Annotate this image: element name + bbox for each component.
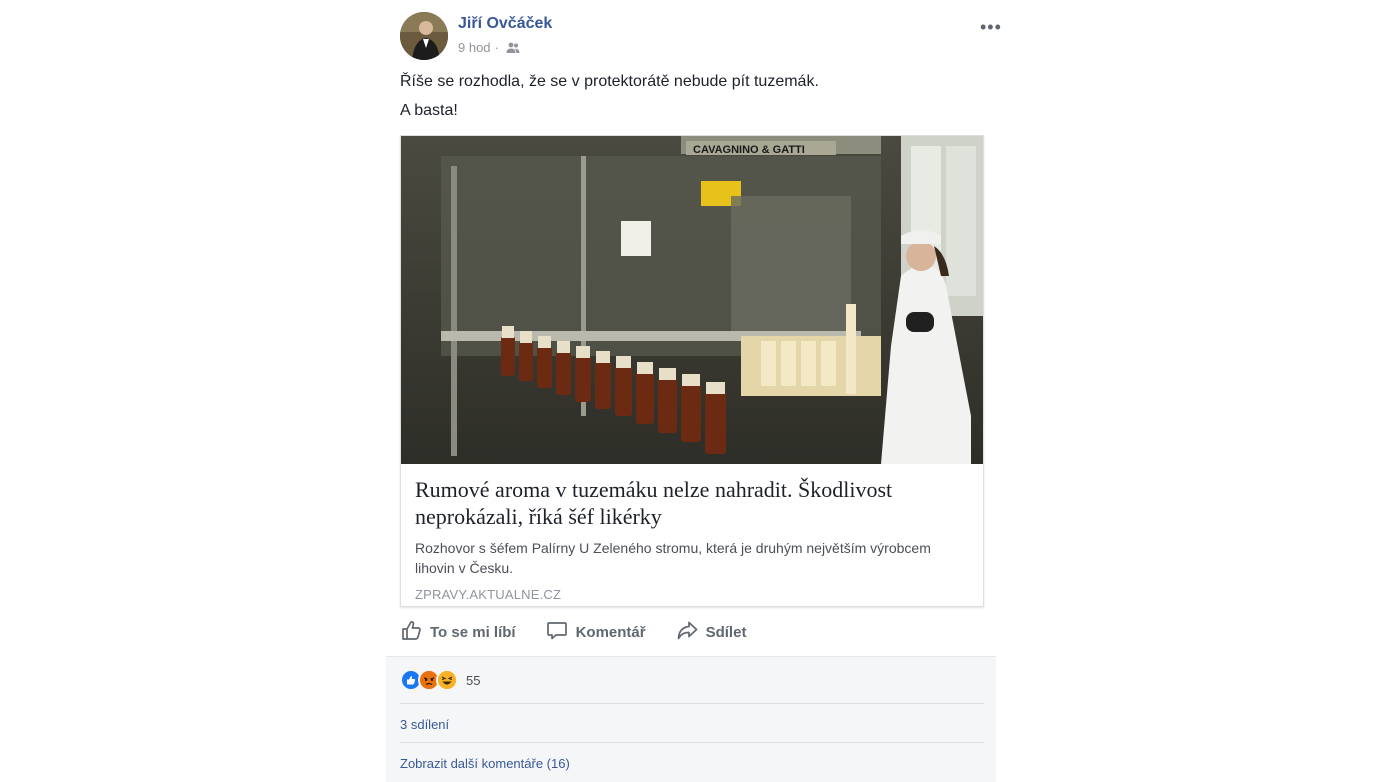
haha-icon	[436, 669, 458, 691]
link-preview-image[interactable]: CAVAGNINO & GATTI	[401, 136, 983, 464]
like-button[interactable]: To se mi líbí	[400, 618, 516, 646]
post-actions: To se mi líbí Komentář Sdílet	[400, 618, 980, 646]
author-name[interactable]: Jiří Ovčáček	[458, 15, 552, 33]
link-domain: ZPRAVY.AKTUALNE.CZ	[415, 587, 562, 602]
like-label: To se mi líbí	[430, 623, 516, 641]
link-description: Rozhovor s šéfem Palírny U Zeleného stro…	[415, 540, 931, 576]
share-arrow-icon	[676, 619, 698, 645]
more-comments-link[interactable]: Zobrazit další komentáře (16)	[400, 756, 570, 771]
post-meta: 9 hod ·	[458, 40, 520, 55]
meta-separator: ·	[494, 40, 499, 55]
reactions-summary[interactable]: 55	[400, 669, 480, 691]
thumbs-up-icon	[400, 619, 422, 645]
shares-count-link[interactable]: 3 sdílení	[400, 717, 449, 732]
comment-label: Komentář	[575, 623, 646, 641]
link-preview-body: Rumové aroma v tuzemáku nelze nahradit. …	[415, 476, 971, 602]
comment-icon	[546, 619, 568, 645]
author-avatar[interactable]	[400, 12, 448, 60]
share-button[interactable]: Sdílet	[676, 618, 747, 646]
facebook-post: Jiří Ovčáček 9 hod · ••• Říše se rozhodl…	[386, 0, 1001, 782]
more-options-icon[interactable]: •••	[980, 18, 1002, 36]
post-footer: 55 3 sdílení Zobrazit další komentáře (1…	[386, 656, 996, 782]
post-text-line-2: A basta!	[400, 102, 458, 119]
post-text: Říše se rozhodla, že se v protektorátě n…	[400, 72, 980, 130]
link-preview-card[interactable]: CAVAGNINO & GATTI Rumové aroma v tuzemák…	[400, 135, 984, 607]
friends-icon[interactable]	[506, 42, 520, 54]
link-title[interactable]: Rumové aroma v tuzemáku nelze nahradit. …	[415, 476, 971, 530]
post-text-line-1: Říše se rozhodla, že se v protektorátě n…	[400, 73, 819, 90]
footer-divider-1	[400, 703, 984, 704]
machine-label: CAVAGNINO & GATTI	[693, 144, 805, 156]
comment-button[interactable]: Komentář	[546, 618, 646, 646]
reaction-count[interactable]: 55	[466, 673, 480, 688]
share-label: Sdílet	[705, 623, 747, 641]
footer-divider-2	[400, 742, 984, 743]
post-time[interactable]: 9 hod	[458, 40, 491, 55]
post-header: Jiří Ovčáček 9 hod · •••	[400, 12, 1001, 60]
